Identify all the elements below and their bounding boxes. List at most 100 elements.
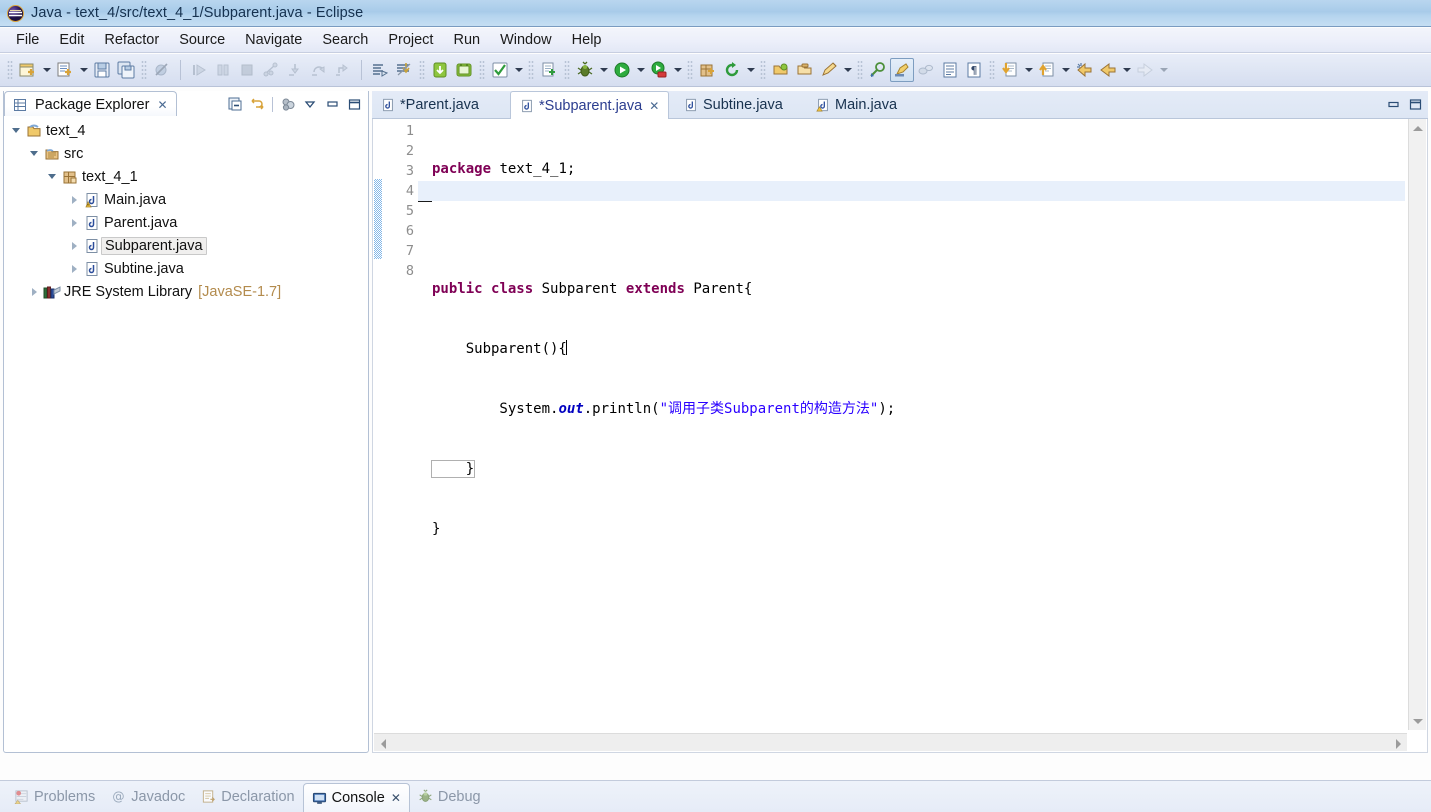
minimize-icon[interactable]	[322, 94, 342, 114]
menu-window[interactable]: Window	[490, 30, 562, 50]
menu-project[interactable]: Project	[378, 30, 443, 50]
resume-icon[interactable]	[187, 58, 211, 82]
skip-all-breakpoints-icon[interactable]	[392, 58, 416, 82]
run-dropdown-icon[interactable]	[634, 58, 647, 82]
run-coverage-dropdown-icon[interactable]	[671, 58, 684, 82]
menu-source[interactable]: Source	[169, 30, 235, 50]
toolbar-grip-2[interactable]	[141, 60, 147, 80]
folding-ruler[interactable]	[418, 119, 432, 730]
toolbar-grip-9[interactable]	[857, 60, 863, 80]
disconnect-icon[interactable]	[259, 58, 283, 82]
tree-item-subparent-java[interactable]: Subparent.java	[4, 234, 368, 257]
debug-dropdown-icon[interactable]	[597, 58, 610, 82]
new-java-project-dropdown-icon[interactable]	[40, 58, 53, 82]
close-icon[interactable]: ✕	[157, 99, 167, 111]
toolbar-grip-4[interactable]	[479, 60, 485, 80]
debug-icon[interactable]	[573, 58, 597, 82]
scroll-left-icon[interactable]	[378, 738, 388, 749]
android-sdk-manager-icon[interactable]	[428, 58, 452, 82]
tree-item-jre-library[interactable]: JRE System Library [JavaSE-1.7]	[4, 280, 368, 303]
scroll-down-icon[interactable]	[1412, 716, 1424, 726]
tree-item-project[interactable]: text_4	[4, 119, 368, 142]
previous-annotation-icon[interactable]	[1035, 58, 1059, 82]
run-icon[interactable]	[610, 58, 634, 82]
previous-annotation-dropdown-icon[interactable]	[1059, 58, 1072, 82]
toolbar-grip-5[interactable]	[528, 60, 534, 80]
code-editor[interactable]: 1 2 3 4 5 6 7 8 package t	[372, 119, 1428, 753]
editor-tab-parent-java[interactable]: *Parent.java	[372, 91, 488, 119]
focus-on-active-task-icon[interactable]	[278, 94, 298, 114]
toolbar-grip-8[interactable]	[760, 60, 766, 80]
twisty-open-icon[interactable]	[26, 151, 42, 156]
package-explorer-tab[interactable]: Package Explorer ✕	[4, 91, 177, 118]
save-icon[interactable]	[90, 58, 114, 82]
refresh-dropdown-icon[interactable]	[744, 58, 757, 82]
editor-tab-subtine-java[interactable]: Subtine.java	[675, 91, 792, 119]
minimize-icon[interactable]	[1384, 95, 1402, 113]
tree-item-src[interactable]: src	[4, 142, 368, 165]
bottom-tab-problems[interactable]: Problems	[6, 783, 103, 810]
open-type-icon[interactable]	[769, 58, 793, 82]
toggle-breakpoint-icon[interactable]	[150, 58, 174, 82]
view-menu-icon[interactable]	[300, 94, 320, 114]
close-icon[interactable]: ✕	[391, 792, 401, 804]
forward-dropdown-icon[interactable]	[1157, 58, 1170, 82]
bottom-tab-javadoc[interactable]: @ Javadoc	[103, 783, 193, 810]
tree-item-main-java[interactable]: Main.java	[4, 188, 368, 211]
link-editor-icon[interactable]	[914, 58, 938, 82]
menu-run[interactable]: Run	[443, 30, 490, 50]
highlight-marker-icon[interactable]	[890, 58, 914, 82]
next-annotation-dropdown-icon[interactable]	[1022, 58, 1035, 82]
bottom-tab-console[interactable]: Console ✕	[303, 783, 410, 812]
refresh-green-icon[interactable]	[720, 58, 744, 82]
toolbar-grip-3[interactable]	[419, 60, 425, 80]
step-into-icon[interactable]	[283, 58, 307, 82]
toggle-block-select-icon[interactable]	[938, 58, 962, 82]
menu-edit[interactable]: Edit	[49, 30, 94, 50]
run-to-line-icon[interactable]	[368, 58, 392, 82]
twisty-open-icon[interactable]	[44, 174, 60, 179]
bottom-tab-declaration[interactable]: Declaration	[193, 783, 302, 810]
suspend-icon[interactable]	[211, 58, 235, 82]
new-java-project-icon[interactable]	[16, 58, 40, 82]
next-annotation-icon[interactable]	[998, 58, 1022, 82]
menu-help[interactable]: Help	[562, 30, 612, 50]
back-dropdown-icon[interactable]	[1120, 58, 1133, 82]
bottom-tab-debug[interactable]: Debug	[410, 783, 489, 810]
horizontal-scrollbar[interactable]	[374, 733, 1407, 751]
editor-tab-main-java[interactable]: Main.java	[807, 91, 906, 119]
maximize-icon[interactable]	[344, 94, 364, 114]
new-package-icon[interactable]	[696, 58, 720, 82]
tree-item-package[interactable]: text_4_1	[4, 165, 368, 188]
twisty-closed-icon[interactable]	[66, 265, 82, 273]
new-java-class-dropdown-icon[interactable]	[77, 58, 90, 82]
tree-item-parent-java[interactable]: Parent.java	[4, 211, 368, 234]
toolbar-grip[interactable]	[7, 60, 13, 80]
twisty-closed-icon[interactable]	[66, 196, 82, 204]
editor-tab-subparent-java[interactable]: *Subparent.java ✕	[510, 91, 669, 120]
toolbar-grip-10[interactable]	[989, 60, 995, 80]
vertical-scrollbar[interactable]	[1408, 119, 1426, 730]
back-icon[interactable]	[1096, 58, 1120, 82]
show-whitespace-icon[interactable]: ¶	[962, 58, 986, 82]
menu-refactor[interactable]: Refactor	[94, 30, 169, 50]
open-task-icon[interactable]	[793, 58, 817, 82]
twisty-closed-icon[interactable]	[66, 219, 82, 227]
check-mark-icon[interactable]	[488, 58, 512, 82]
menu-navigate[interactable]: Navigate	[235, 30, 312, 50]
twisty-open-icon[interactable]	[8, 128, 24, 133]
close-icon[interactable]: ✕	[649, 100, 659, 112]
android-avd-manager-icon[interactable]	[452, 58, 476, 82]
maximize-icon[interactable]	[1406, 95, 1424, 113]
new-java-class-icon[interactable]	[53, 58, 77, 82]
menu-search[interactable]: Search	[312, 30, 378, 50]
run-coverage-icon[interactable]	[647, 58, 671, 82]
menu-file[interactable]: File	[6, 30, 49, 50]
toolbar-grip-7[interactable]	[687, 60, 693, 80]
pencil-edit-icon[interactable]	[817, 58, 841, 82]
scroll-right-icon[interactable]	[1393, 738, 1403, 749]
step-return-icon[interactable]	[331, 58, 355, 82]
collapse-all-icon[interactable]	[225, 94, 245, 114]
terminate-icon[interactable]	[235, 58, 259, 82]
twisty-closed-icon[interactable]	[26, 288, 42, 296]
